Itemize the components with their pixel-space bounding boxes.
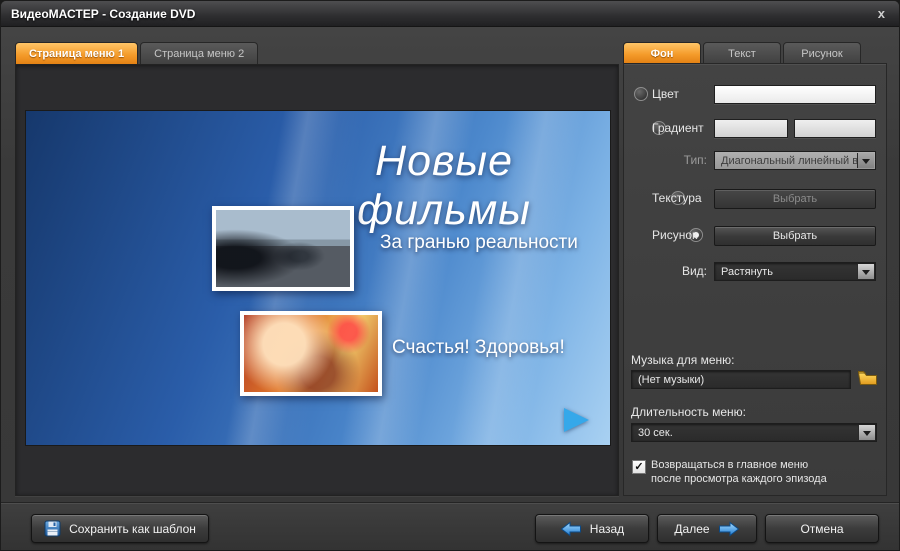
episode-caption-2: Счастья! Здоровья!	[392, 337, 565, 358]
picture-select-button[interactable]: Выбрать	[714, 226, 876, 246]
picture-view-dropdown[interactable]: Растянуть	[714, 262, 876, 281]
dvd-menu-preview[interactable]: Новые фильмы За гранью реальности Счасть…	[26, 111, 610, 445]
picture-view-value: Растянуть	[721, 265, 773, 278]
folder-icon[interactable]	[857, 369, 878, 387]
tab-background[interactable]: Фон	[623, 42, 701, 64]
app-window: ВидеоМАСТЕР - Создание DVD x Страница ме…	[0, 0, 900, 551]
title-bar: ВидеоМАСТЕР - Создание DVD x	[1, 1, 899, 27]
cancel-button[interactable]: Отмена	[765, 514, 879, 543]
gradient-label: Градиент	[652, 121, 704, 135]
menu-duration-label: Длительность меню:	[631, 405, 746, 419]
gradient-swatch-2[interactable]	[794, 119, 876, 138]
next-label: Далее	[674, 521, 710, 536]
close-icon[interactable]: x	[874, 6, 889, 21]
settings-tabs: Фон Текст Рисунок	[623, 42, 863, 64]
back-button[interactable]: Назад	[535, 514, 649, 543]
picture-view-label: Вид:	[681, 264, 707, 278]
video-thumbnail-2[interactable]	[240, 311, 382, 396]
gradient-type-value: Диагональный линейный в	[721, 154, 859, 167]
loop-checkbox[interactable]: ✓	[632, 460, 646, 474]
episode-caption-1: За гранью реальности	[380, 232, 578, 253]
cancel-label: Отмена	[800, 521, 844, 536]
loop-checkbox-label: Возвращаться в главное меню после просмо…	[651, 458, 877, 486]
color-radio[interactable]	[634, 87, 648, 101]
menu-music-label: Музыка для меню:	[631, 353, 735, 367]
tab-text[interactable]: Текст	[703, 42, 781, 64]
texture-label: Текстура	[652, 191, 702, 205]
window-title: ВидеоМАСТЕР - Создание DVD	[11, 6, 196, 21]
tab-menu-page-2[interactable]: Страница меню 2	[140, 42, 259, 65]
menu-duration-dropdown[interactable]: 30 сек.	[631, 423, 877, 442]
loop-checkbox-line-1: Возвращаться в главное меню	[651, 459, 809, 471]
chevron-down-icon[interactable]	[858, 425, 875, 440]
play-icon[interactable]	[564, 408, 589, 432]
gradient-type-dropdown[interactable]: Диагональный линейный в	[714, 151, 876, 170]
tab-picture[interactable]: Рисунок	[783, 42, 861, 64]
footer-bar: Сохранить как шаблон Назад Далее Отмена	[1, 502, 899, 550]
arrow-right-icon	[718, 520, 740, 537]
picture-label: Рисунок	[652, 228, 698, 242]
save-template-button[interactable]: Сохранить как шаблон	[31, 514, 209, 543]
color-swatch[interactable]	[714, 85, 876, 104]
floppy-disk-icon	[44, 520, 61, 537]
chevron-down-icon[interactable]	[857, 153, 874, 168]
next-button[interactable]: Далее	[657, 514, 757, 543]
preview-panel: Новые фильмы За гранью реальности Счасть…	[15, 64, 619, 496]
menu-music-input[interactable]: (Нет музыки)	[631, 370, 851, 389]
back-label: Назад	[589, 521, 625, 536]
party-scene-image	[244, 315, 378, 392]
video-thumbnail-1[interactable]	[212, 206, 354, 291]
texture-select-button[interactable]: Выбрать	[714, 189, 876, 209]
save-template-label: Сохранить как шаблон	[69, 521, 196, 536]
background-settings-panel: Цвет Градиент Тип: Диагональный линейный…	[623, 63, 887, 496]
loop-checkbox-line-2: после просмотра каждого эпизода	[651, 473, 827, 485]
tab-menu-page-1[interactable]: Страница меню 1	[15, 42, 139, 65]
chevron-down-icon[interactable]	[857, 264, 874, 279]
menu-duration-value: 30 сек.	[638, 426, 673, 439]
color-label: Цвет	[652, 87, 679, 101]
menu-page-tabs: Страница меню 1 Страница меню 2	[15, 42, 260, 65]
road-scene-image	[216, 210, 350, 287]
gradient-type-label: Тип:	[683, 153, 707, 167]
gradient-swatch-1[interactable]	[714, 119, 788, 138]
arrow-left-icon	[560, 520, 582, 537]
